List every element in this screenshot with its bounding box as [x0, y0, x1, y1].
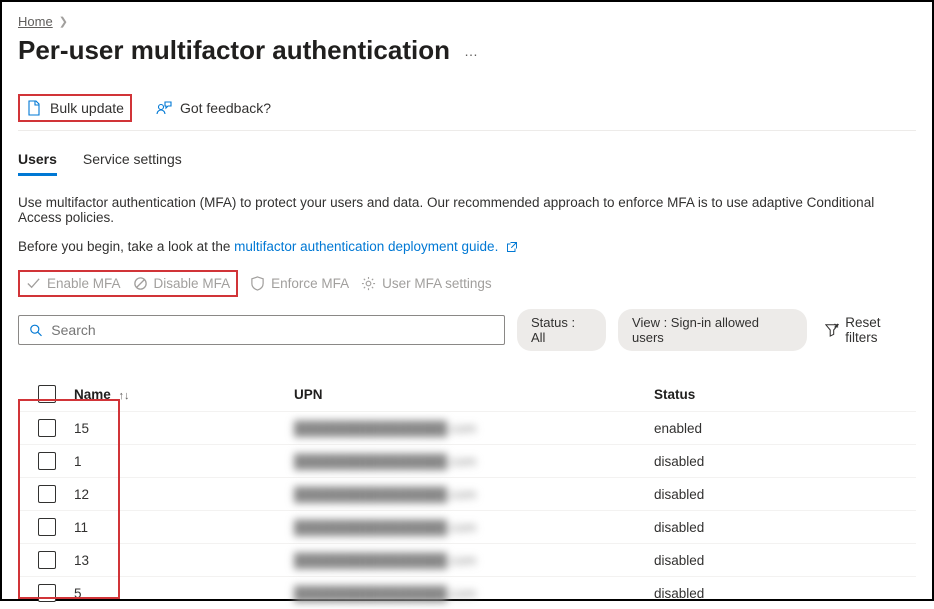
search-icon — [29, 323, 43, 338]
breadcrumb: Home ❯ — [18, 14, 916, 29]
feedback-icon — [156, 100, 172, 116]
cell-status: disabled — [634, 487, 916, 502]
search-box[interactable] — [18, 315, 505, 345]
search-input[interactable] — [51, 322, 494, 338]
external-link-icon — [506, 241, 518, 256]
cell-status: disabled — [634, 520, 916, 535]
reset-filters-button[interactable]: Reset filters — [825, 315, 916, 345]
deployment-guide-label: multifactor authentication deployment gu… — [234, 239, 498, 254]
reset-filters-label: Reset filters — [845, 315, 916, 345]
cell-upn: ████████████████.com — [294, 454, 634, 469]
before-begin-text: Before you begin, take a look at the mul… — [18, 239, 916, 256]
cell-status: disabled — [634, 553, 916, 568]
cell-status: enabled — [634, 421, 916, 436]
status-filter-pill[interactable]: Status : All — [517, 309, 606, 351]
check-icon — [26, 276, 41, 291]
table-header-row: Name ↑↓ UPN Status — [18, 377, 916, 411]
gear-icon — [361, 276, 376, 291]
row-checkbox[interactable] — [38, 584, 56, 602]
select-all-checkbox[interactable] — [38, 385, 56, 403]
table-row[interactable]: 5████████████████.comdisabled — [18, 576, 916, 609]
cell-upn: ████████████████.com — [294, 487, 634, 502]
bulk-update-label: Bulk update — [50, 100, 124, 116]
cell-name: 11 — [74, 520, 294, 535]
row-checkbox[interactable] — [38, 419, 56, 437]
bulk-update-button[interactable]: Bulk update — [18, 94, 132, 122]
shield-icon — [250, 276, 265, 291]
table-row[interactable]: 12████████████████.comdisabled — [18, 477, 916, 510]
row-checkbox[interactable] — [38, 452, 56, 470]
table-row[interactable]: 11████████████████.comdisabled — [18, 510, 916, 543]
table-row[interactable]: 1████████████████.comdisabled — [18, 444, 916, 477]
view-filter-pill[interactable]: View : Sign-in allowed users — [618, 309, 807, 351]
got-feedback-label: Got feedback? — [180, 100, 271, 116]
column-header-name[interactable]: Name ↑↓ — [74, 387, 294, 402]
cell-upn: ████████████████.com — [294, 520, 634, 535]
prohibit-icon — [133, 276, 148, 291]
got-feedback-button[interactable]: Got feedback? — [150, 96, 277, 120]
chevron-right-icon: ❯ — [59, 15, 68, 28]
row-checkbox[interactable] — [38, 485, 56, 503]
cell-status: disabled — [634, 454, 916, 469]
page-title: Per-user multifactor authentication — [18, 35, 450, 66]
more-menu-button[interactable]: … — [464, 43, 479, 59]
before-begin-prefix: Before you begin, take a look at the — [18, 239, 234, 254]
cell-upn: ████████████████.com — [294, 421, 634, 436]
user-mfa-settings-button[interactable]: User MFA settings — [361, 276, 492, 291]
breadcrumb-home[interactable]: Home — [18, 14, 53, 29]
users-table: Name ↑↓ UPN Status 15████████████████.co… — [18, 377, 916, 609]
page-add-icon — [26, 100, 42, 116]
tab-service-settings[interactable]: Service settings — [83, 145, 182, 176]
cell-name: 13 — [74, 553, 294, 568]
enable-mfa-label: Enable MFA — [47, 276, 121, 291]
column-header-status[interactable]: Status — [634, 387, 916, 402]
cell-name: 1 — [74, 454, 294, 469]
table-row[interactable]: 15████████████████.comenabled — [18, 411, 916, 444]
column-header-upn[interactable]: UPN — [294, 387, 634, 402]
cell-name: 5 — [74, 586, 294, 601]
mfa-description: Use multifactor authentication (MFA) to … — [18, 195, 916, 225]
deployment-guide-link[interactable]: multifactor authentication deployment gu… — [234, 239, 518, 254]
enforce-mfa-label: Enforce MFA — [271, 276, 349, 291]
cell-upn: ████████████████.com — [294, 586, 634, 601]
cell-upn: ████████████████.com — [294, 553, 634, 568]
enable-mfa-button[interactable]: Enable MFA — [26, 276, 121, 291]
user-mfa-settings-label: User MFA settings — [382, 276, 492, 291]
enforce-mfa-button[interactable]: Enforce MFA — [250, 276, 349, 291]
table-row[interactable]: 13████████████████.comdisabled — [18, 543, 916, 576]
row-checkbox[interactable] — [38, 551, 56, 569]
cell-name: 15 — [74, 421, 294, 436]
sort-icon: ↑↓ — [119, 390, 130, 402]
tab-users[interactable]: Users — [18, 145, 57, 176]
disable-mfa-label: Disable MFA — [154, 276, 231, 291]
column-header-name-label: Name — [74, 387, 111, 402]
filter-reset-icon — [825, 323, 839, 337]
cell-name: 12 — [74, 487, 294, 502]
row-checkbox[interactable] — [38, 518, 56, 536]
cell-status: disabled — [634, 586, 916, 601]
disable-mfa-button[interactable]: Disable MFA — [133, 276, 231, 291]
